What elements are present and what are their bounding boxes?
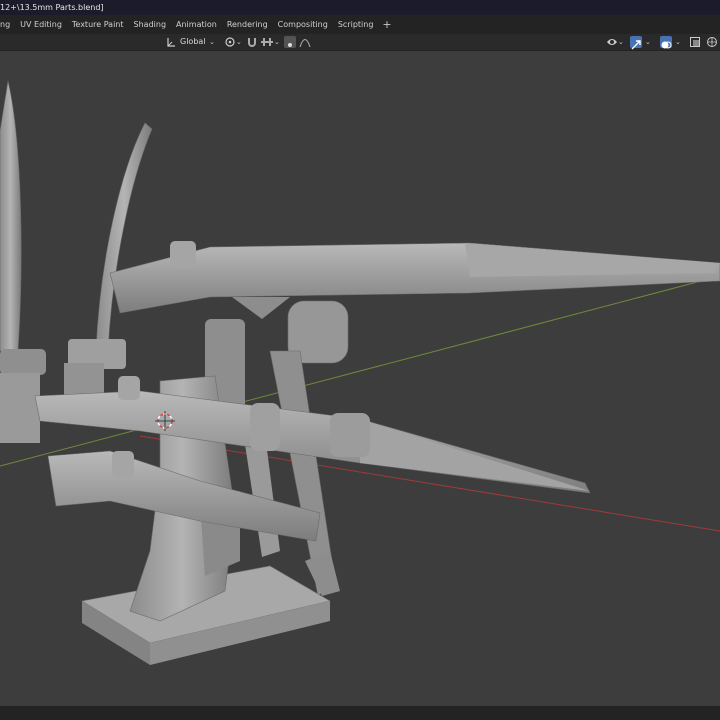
chevron-down-icon[interactable]: ⌄ [236,36,242,48]
add-workspace-button[interactable]: + [378,18,395,31]
tab-rendering[interactable]: Rendering [222,15,273,34]
chevron-down-icon[interactable]: ⌄ [675,36,681,48]
pivot-icon[interactable] [224,36,236,48]
title-bar: 12+\13.5mm Parts.blend] [0,0,720,15]
chevron-down-icon[interactable]: ⌄ [209,36,215,48]
chevron-down-icon[interactable]: ⌄ [618,36,624,48]
workspace-tab-bar: ng UV Editing Texture Paint Shading Anim… [0,15,720,34]
visibility-icon[interactable] [606,36,618,48]
overlay-icon[interactable] [660,36,672,49]
status-bar [0,706,720,720]
transform-orientation-dropdown[interactable]: Global [180,36,206,48]
musket-top[interactable] [109,241,720,319]
xray-icon[interactable] [689,36,701,48]
snap-icon[interactable] [246,36,258,48]
tab-compositing[interactable]: Compositing [273,15,333,34]
tab-texture-paint[interactable]: Texture Paint [67,15,129,34]
proportional-edit-icon[interactable] [284,36,296,48]
sword-left[interactable] [0,80,46,443]
window-title: 12+\13.5mm Parts.blend] [0,3,104,12]
shading-icon[interactable] [706,36,718,48]
3d-viewport[interactable] [0,51,720,706]
tab-modeling[interactable]: ng [0,15,15,34]
tab-scripting[interactable]: Scripting [333,15,379,34]
tab-uv-editing[interactable]: UV Editing [15,15,67,34]
tab-shading[interactable]: Shading [129,15,172,34]
chevron-down-icon[interactable]: ⌄ [274,36,280,48]
orientation-icon[interactable] [166,36,176,48]
viewport-canvas[interactable] [0,51,720,706]
gizmo-icon[interactable] [630,36,642,50]
tab-animation[interactable]: Animation [171,15,222,34]
chevron-down-icon[interactable]: ⌄ [645,36,651,48]
viewport-header: Global ⌄ ⌄ ⌄ ⌄ ⌄ ⌄ [0,34,720,51]
falloff-icon[interactable] [299,36,311,48]
